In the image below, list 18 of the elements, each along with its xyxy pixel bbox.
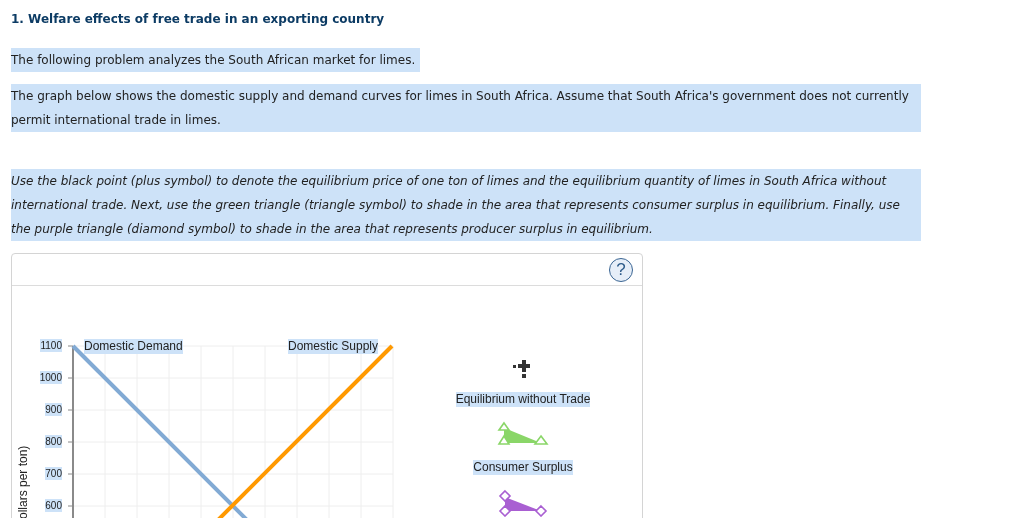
instruction-paragraph: The graph below shows the domestic supply and demand curves for limes in South Africa. Assume that South Africa's government does not currently permit international trade in limes. <box>11 84 921 132</box>
curve-label: Domestic Demand <box>84 339 183 354</box>
y-tick-label: 1100 <box>40 339 62 352</box>
instruction-paragraph: Use the black point (plus symbol) to denote the equilibrium price of one ton of limes and the equilibrium quantity of limes in South Africa without international trade. Next, use the green triangle (triangle symbol) to shade in the area that represents consumer surplus in equilibrium. Finally, use the purple triangle (diamond symbol) to shade in the area that represents producer surplus in equilibrium. <box>11 169 921 241</box>
tool-label: Consumer Surplus <box>473 460 573 475</box>
question-title: 1. Welfare effects of free trade in an exporting country <box>11 11 386 27</box>
plus-point-icon[interactable] <box>513 359 533 379</box>
diamond-shading-icon[interactable] <box>497 489 549 517</box>
y-tick-label: 800 <box>45 435 62 448</box>
help-button[interactable]: ? <box>609 257 633 282</box>
y-tick-label: 1000 <box>39 371 62 384</box>
y-tick-label: 900 <box>45 403 62 416</box>
y-axis-title: ollars per ton) <box>16 445 30 518</box>
curve-label: Domestic Supply <box>288 339 379 354</box>
y-tick-label: 700 <box>45 467 62 480</box>
instruction-paragraph: The following problem analyzes the South African market for limes. <box>11 48 421 72</box>
y-tick-label: 600 <box>45 499 62 512</box>
tool-label: Equilibrium without Trade <box>455 392 591 407</box>
